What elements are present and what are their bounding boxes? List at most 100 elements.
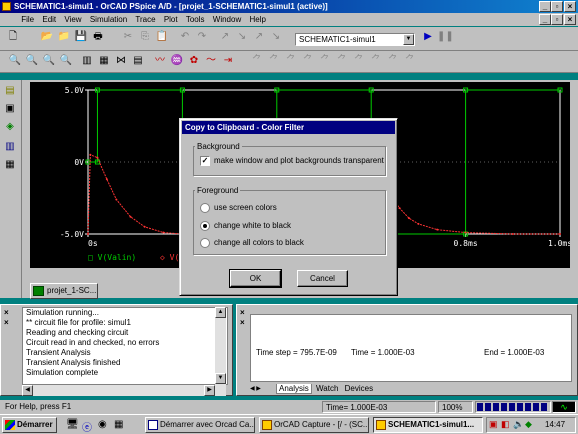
simulation-settings-icon[interactable]: ▤ [3, 84, 17, 98]
zoom-area-icon[interactable]: 🔍 [42, 54, 56, 68]
marker-voltage-icon[interactable]: ↗ [218, 30, 232, 44]
undo-icon[interactable]: ↶ [178, 30, 192, 44]
fourier-icon[interactable]: ▦ [97, 54, 111, 68]
child-close-button[interactable]: × [564, 14, 576, 25]
view-queue-icon[interactable]: ▦ [3, 158, 17, 172]
menu-plot[interactable]: Plot [161, 13, 181, 26]
tab-devices[interactable]: Devices [343, 384, 375, 393]
tray-app-icon[interactable]: ▣ [489, 419, 498, 430]
print-icon[interactable]: 🖶 [91, 30, 105, 44]
menu-window[interactable]: Window [210, 13, 244, 26]
radio-use-screen-colors[interactable] [200, 203, 210, 213]
scroll-up-icon[interactable]: ▲ [215, 307, 226, 318]
cursor-search-icon[interactable]: ⺈ [352, 54, 366, 68]
cursor-peak-icon[interactable]: ⺈ [250, 54, 264, 68]
cursor-mark-icon[interactable]: ⺈ [403, 54, 417, 68]
close-button[interactable]: × [564, 1, 576, 12]
status-close-icon[interactable]: × [240, 308, 245, 317]
taskbar-button-capture[interactable]: OrCAD Capture - [/ - (SC... [259, 417, 369, 433]
menu-file[interactable]: File [18, 13, 37, 26]
maximize-button[interactable]: ▫ [551, 1, 563, 12]
child-minimize-button[interactable]: _ [539, 14, 551, 25]
view-output-icon[interactable]: ▣ [3, 102, 17, 116]
pause-icon[interactable]: ❚❚ [437, 30, 454, 44]
cursor-point-icon[interactable]: ⺈ [335, 54, 349, 68]
start-button[interactable]: Démarrer [2, 417, 57, 433]
open-folder-icon[interactable]: 📁 [57, 30, 71, 44]
channels-icon[interactable]: ◉ [98, 419, 107, 430]
minimize-button[interactable]: _ [539, 1, 551, 12]
zoom-in-icon[interactable]: 🔍 [8, 54, 22, 68]
desktop-icon[interactable]: 🖥 [66, 419, 79, 430]
marker-power-icon[interactable]: ↗ [252, 30, 266, 44]
menu-simulation[interactable]: Simulation [87, 13, 130, 26]
open-icon[interactable]: 📂 [40, 30, 54, 44]
tab-analysis[interactable]: Analysis [276, 384, 312, 394]
menu-edit[interactable]: Edit [39, 13, 59, 26]
cursor-min-icon[interactable]: ⺈ [301, 54, 315, 68]
tray-network-icon[interactable]: ◧ [501, 419, 510, 430]
output-close-icon[interactable]: × [4, 308, 9, 317]
menu-view[interactable]: View [61, 13, 84, 26]
performance-icon[interactable]: ⋈ [114, 54, 128, 68]
browser-icon[interactable]: ⓔ [82, 419, 92, 434]
output-hscrollbar[interactable]: ◀ ▶ [22, 385, 215, 396]
eval-goal-icon[interactable]: ♒ [170, 54, 184, 68]
cursor-next-icon[interactable]: ⺈ [369, 54, 383, 68]
menu-tools[interactable]: Tools [183, 13, 208, 26]
redo-icon[interactable]: ↷ [195, 30, 209, 44]
cancel-button[interactable]: Cancel [297, 270, 348, 287]
transparent-label[interactable]: make window and plot backgrounds transpa… [214, 156, 384, 166]
option-change-all-colors-label[interactable]: change all colors to black [214, 238, 304, 248]
zoom-out-icon[interactable]: 🔍 [25, 54, 39, 68]
option-change-white-to-black-label[interactable]: change white to black [214, 221, 291, 231]
marker-current-icon[interactable]: ↘ [235, 30, 249, 44]
status-pin-icon[interactable]: × [240, 318, 245, 327]
log-y-icon[interactable]: ▤ [131, 54, 145, 68]
label-icon[interactable]: ✿ [187, 54, 201, 68]
log-x-icon[interactable]: ▥ [80, 54, 94, 68]
chevron-down-icon[interactable]: ▼ [403, 34, 414, 45]
zoom-fit-icon[interactable]: 🔍 [59, 54, 73, 68]
taskbar-button-demarrer[interactable]: Démarrer avec Orcad Ca... [145, 417, 255, 433]
scroll-left-icon[interactable]: ◀ [22, 385, 33, 396]
new-icon[interactable]: 🗋 [6, 30, 20, 44]
explorer-icon[interactable]: ▦ [114, 419, 123, 430]
cursor-label-icon[interactable]: ⺈ [386, 54, 400, 68]
toggle-cursor-icon[interactable]: ⇥ [221, 54, 235, 68]
transparent-checkbox[interactable]: ✓ [200, 156, 210, 166]
view-results-icon[interactable]: ▥ [3, 140, 17, 154]
mark-data-icon[interactable]: 〜 [204, 54, 218, 68]
marker-diff-icon[interactable]: ↘ [269, 30, 283, 44]
tab-watch[interactable]: Watch [314, 384, 340, 393]
simulation-profile-select[interactable]: SCHEMATIC1-simul1 ▼ [295, 33, 415, 46]
radio-change-all-colors[interactable] [200, 238, 210, 248]
output-pin-icon[interactable]: × [4, 318, 9, 327]
cursor-trough-icon[interactable]: ⺈ [267, 54, 281, 68]
scroll-right-icon[interactable]: ▶ [204, 385, 215, 396]
output-log[interactable]: Simulation running... ** circuit file fo… [22, 307, 228, 385]
volume-icon[interactable]: 🔈 [513, 419, 524, 430]
radio-change-white-to-black[interactable] [200, 221, 210, 231]
paste-icon[interactable]: 📋 [155, 30, 169, 44]
tab-scroll-arrows[interactable]: ◀ ▶ [250, 384, 274, 394]
cursor-max-icon[interactable]: ⺈ [318, 54, 332, 68]
cursor-slope-icon[interactable]: ⺈ [284, 54, 298, 68]
menu-trace[interactable]: Trace [132, 13, 158, 26]
ok-button[interactable]: OK [229, 269, 282, 288]
run-icon[interactable]: ▶ [421, 30, 435, 44]
child-restore-button[interactable]: ▫ [551, 14, 563, 25]
copy-icon[interactable]: ⎘ [138, 30, 152, 44]
taskbar-button-pspice[interactable]: SCHEMATIC1-simul1... [373, 417, 483, 433]
cut-icon[interactable]: ✂ [121, 30, 135, 44]
document-tab[interactable]: projet_1-SC... [30, 283, 98, 299]
save-icon[interactable]: 💾 [74, 30, 88, 44]
option-use-screen-colors-label[interactable]: use screen colors [214, 203, 277, 213]
menu-help[interactable]: Help [246, 13, 268, 26]
add-trace-icon[interactable]: 〰 [153, 54, 167, 68]
app-icon[interactable] [2, 2, 11, 11]
tray-antivirus-icon[interactable]: ◆ [525, 419, 532, 430]
scroll-down-icon[interactable]: ▼ [215, 373, 226, 384]
view-simulation-icon[interactable]: ◈ [3, 120, 17, 134]
output-scrollbar[interactable]: ▲ ▼ [215, 307, 226, 396]
